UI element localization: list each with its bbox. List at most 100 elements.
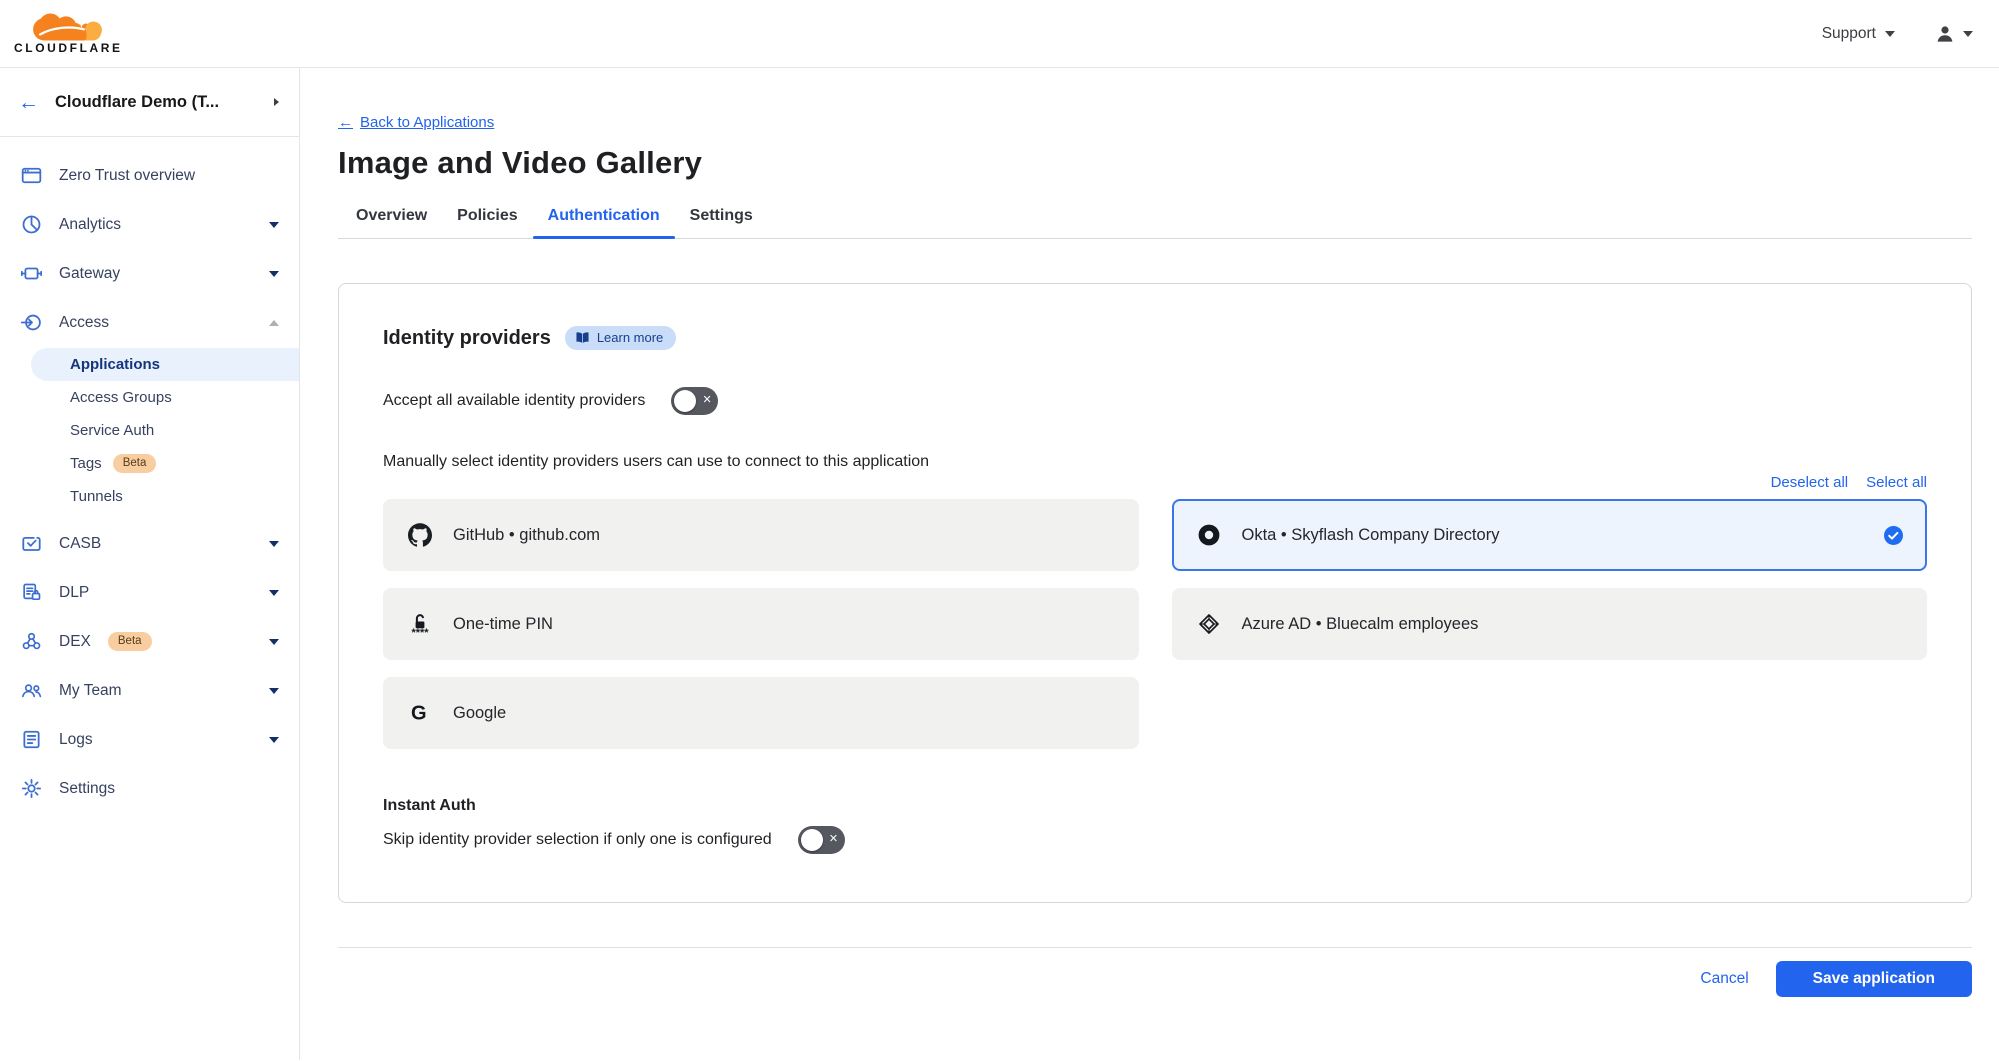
access-subnav: Applications Access Groups Service Auth … xyxy=(0,347,299,519)
cloudflare-logo[interactable]: CLOUDFLARE xyxy=(14,13,123,55)
back-to-applications-link[interactable]: ← Back to Applications xyxy=(338,114,494,131)
card-title: Identity providers xyxy=(383,327,551,350)
sidebar-item-access[interactable]: Access xyxy=(0,298,299,347)
provider-name: Okta • Skyflash Company Directory xyxy=(1242,526,1500,545)
provider-name: Google xyxy=(453,704,506,723)
provider-name: One-time PIN xyxy=(453,615,553,634)
account-name[interactable]: Cloudflare Demo (T... xyxy=(55,93,258,112)
save-application-button[interactable]: Save application xyxy=(1776,961,1972,997)
azure-ad-icon xyxy=(1196,613,1222,635)
svg-text:G: G xyxy=(411,703,427,725)
gateway-icon xyxy=(21,263,42,284)
cloudflare-cloud-icon xyxy=(28,13,108,42)
select-all-link[interactable]: Select all xyxy=(1866,474,1927,491)
provider-name: Azure AD • Bluecalm employees xyxy=(1242,615,1479,634)
sidebar-item-analytics[interactable]: Analytics xyxy=(0,200,299,249)
selection-links: Deselect all Select all xyxy=(383,474,1927,491)
sidebar-item-label: Tags xyxy=(70,455,102,472)
chevron-up-icon xyxy=(269,320,279,326)
accept-all-toggle[interactable]: × xyxy=(671,387,718,415)
provider-name: GitHub • github.com xyxy=(453,526,600,545)
cloudflare-logo-text: CLOUDFLARE xyxy=(14,41,123,55)
provider-card-one-time-pin[interactable]: **** One-time PIN xyxy=(383,588,1139,660)
cancel-button[interactable]: Cancel xyxy=(1700,970,1748,988)
user-menu[interactable] xyxy=(1935,24,1973,44)
sidebar-item-dlp[interactable]: DLP xyxy=(0,568,299,617)
toggle-x-icon: × xyxy=(829,832,837,847)
arrow-left-icon: ← xyxy=(338,114,353,131)
window-icon xyxy=(21,165,42,186)
chevron-down-icon xyxy=(269,688,279,694)
provider-grid: GitHub • github.com Okta • Skyflash Comp… xyxy=(383,499,1927,749)
instant-auth-title: Instant Auth xyxy=(383,797,1927,815)
chevron-down-icon xyxy=(269,590,279,596)
selected-check-icon xyxy=(1884,526,1903,545)
provider-card-azure-ad[interactable]: Azure AD • Bluecalm employees xyxy=(1172,588,1928,660)
okta-icon xyxy=(1196,523,1222,547)
provider-card-okta[interactable]: Okta • Skyflash Company Directory xyxy=(1172,499,1928,571)
sidebar-item-label: Zero Trust overview xyxy=(59,167,195,185)
page-title: Image and Video Gallery xyxy=(338,145,1972,181)
one-time-pin-lock-icon: **** xyxy=(407,612,433,637)
support-menu[interactable]: Support xyxy=(1822,25,1895,43)
manual-select-hint: Manually select identity providers users… xyxy=(383,453,1927,471)
sidebar-item-label: My Team xyxy=(59,682,122,700)
provider-card-github[interactable]: GitHub • github.com xyxy=(383,499,1139,571)
main-content: ← Back to Applications Image and Video G… xyxy=(300,68,1999,1060)
learn-more-badge[interactable]: Learn more xyxy=(565,326,676,350)
github-icon xyxy=(407,523,433,547)
sidebar-item-dex[interactable]: DEX Beta xyxy=(0,617,299,666)
sidebar-item-tunnels[interactable]: Tunnels xyxy=(0,480,299,513)
sidebar-item-label: Gateway xyxy=(59,265,120,283)
topbar-actions: Support xyxy=(1822,24,1973,44)
deselect-all-link[interactable]: Deselect all xyxy=(1771,474,1849,491)
document-lock-icon xyxy=(21,582,42,603)
sidebar-item-applications[interactable]: Applications xyxy=(31,348,299,381)
tab-policies[interactable]: Policies xyxy=(442,207,532,238)
sidebar-item-label: DLP xyxy=(59,584,89,602)
chevron-down-icon xyxy=(1885,31,1895,37)
instant-auth-toggle[interactable]: × xyxy=(798,826,845,854)
learn-more-label: Learn more xyxy=(597,330,663,345)
gear-icon xyxy=(21,778,42,799)
chevron-down-icon xyxy=(269,222,279,228)
chevron-right-icon[interactable] xyxy=(274,98,279,106)
toggle-knob xyxy=(674,390,696,412)
tab-settings[interactable]: Settings xyxy=(675,207,768,238)
sidebar-item-my-team[interactable]: My Team xyxy=(0,666,299,715)
sidebar-item-gateway[interactable]: Gateway xyxy=(0,249,299,298)
svg-text:****: **** xyxy=(411,626,429,636)
sidebar-item-label: Tunnels xyxy=(70,488,123,505)
support-label: Support xyxy=(1822,25,1876,43)
sidebar-item-label: DEX xyxy=(59,633,91,651)
tab-overview[interactable]: Overview xyxy=(341,207,442,238)
sidebar-item-label: CASB xyxy=(59,535,101,553)
sidebar: ← Cloudflare Demo (T... Zero Trust overv… xyxy=(0,68,300,1060)
toggle-knob xyxy=(801,829,823,851)
sidebar-item-label: Settings xyxy=(59,780,115,798)
sidebar-item-access-groups[interactable]: Access Groups xyxy=(0,381,299,414)
chevron-down-icon xyxy=(269,737,279,743)
tab-authentication[interactable]: Authentication xyxy=(533,207,675,238)
sidebar-item-label: Logs xyxy=(59,731,93,749)
sidebar-item-zero-trust-overview[interactable]: Zero Trust overview xyxy=(0,151,299,200)
sidebar-header: ← Cloudflare Demo (T... xyxy=(0,68,299,137)
topbar: CLOUDFLARE Support xyxy=(0,0,1999,68)
back-link-label: Back to Applications xyxy=(360,114,494,131)
instant-auth-hint: Skip identity provider selection if only… xyxy=(383,831,772,849)
provider-card-google[interactable]: G Google xyxy=(383,677,1139,749)
logs-document-icon xyxy=(21,729,42,750)
book-icon xyxy=(575,331,590,344)
toggle-x-icon: × xyxy=(703,393,711,408)
beta-badge: Beta xyxy=(108,632,152,651)
identity-providers-card: Identity providers Learn more Accept all… xyxy=(338,283,1972,903)
sidebar-item-service-auth[interactable]: Service Auth xyxy=(0,414,299,447)
team-people-icon xyxy=(21,680,42,701)
sidebar-item-casb[interactable]: CASB xyxy=(0,519,299,568)
sidebar-item-tags[interactable]: Tags Beta xyxy=(0,447,299,480)
sidebar-item-logs[interactable]: Logs xyxy=(0,715,299,764)
beta-badge: Beta xyxy=(113,454,157,473)
back-arrow-icon[interactable]: ← xyxy=(18,92,39,113)
footer-actions: Cancel Save application xyxy=(338,947,1972,997)
sidebar-item-settings[interactable]: Settings xyxy=(0,764,299,813)
